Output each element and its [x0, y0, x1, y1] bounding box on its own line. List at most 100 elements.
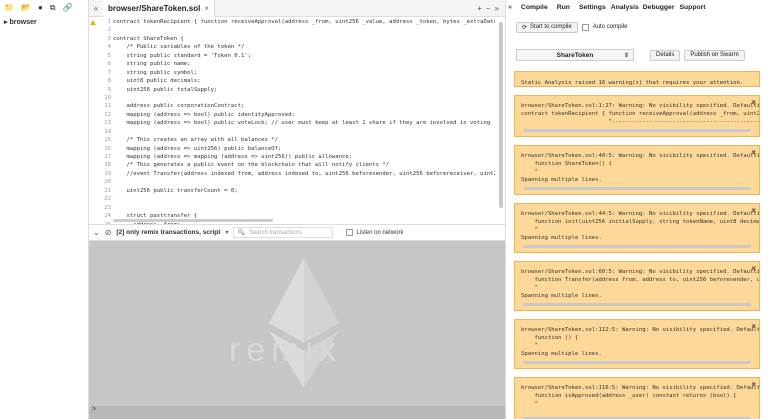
tab-debugger[interactable]: Debugger: [643, 4, 675, 11]
close-icon[interactable]: ×: [751, 98, 756, 107]
line-number: 2: [107, 27, 111, 34]
code-line: mapping (address => uint256) public bala…: [113, 145, 282, 152]
chevron-right-icon[interactable]: »: [495, 4, 499, 13]
warning-title: browser/ShareToken.sol:116:5: Warning: N…: [521, 385, 760, 391]
link-icon[interactable]: 🔗: [63, 3, 73, 12]
warning-pointer: ^: [521, 169, 538, 175]
start-compile-button[interactable]: ⟳ Start to compile: [516, 21, 578, 33]
warning-item[interactable]: browser/ShareToken.sol:1:27: Warning: No…: [514, 95, 760, 137]
search-input[interactable]: 🔍 Search transactions: [233, 227, 334, 238]
warning-list: browser/ShareToken.sol:1:27: Warning: No…: [506, 95, 768, 419]
close-icon[interactable]: ×: [751, 322, 756, 331]
tree-item-browser[interactable]: ▸ browser: [0, 15, 88, 29]
caret-right-icon: ▸: [4, 19, 8, 26]
editor-scrollbar[interactable]: [499, 22, 503, 208]
warning-scrollbar[interactable]: [523, 303, 751, 306]
warning-code: function Transfer(address from, address …: [521, 277, 760, 283]
line-number: 4: [107, 44, 111, 51]
warning-item[interactable]: browser/ShareToken.sol:60:5: Warning: No…: [514, 261, 760, 311]
warning-item[interactable]: browser/ShareToken.sol:40:5: Warning: No…: [514, 145, 760, 195]
close-icon[interactable]: ×: [751, 148, 756, 157]
code-line: //event Transfer(address indexed from, a…: [126, 170, 495, 177]
contract-select-value: ShareToken: [556, 51, 594, 59]
chevron-right-icon[interactable]: »: [508, 4, 512, 11]
warning-item[interactable]: browser/ShareToken.sol:116:5: Warning: N…: [514, 377, 760, 419]
line-number: 20: [104, 179, 111, 186]
zoom-in-icon[interactable]: +: [477, 4, 482, 13]
contract-select[interactable]: ShareToken ⇕: [516, 49, 634, 61]
zoom-out-icon[interactable]: −: [486, 4, 491, 13]
warning-scrollbar[interactable]: [523, 129, 751, 132]
line-number: 5: [107, 52, 111, 59]
code-line: /* Public variables of the token */: [113, 44, 245, 51]
warning-scrollbar[interactable]: [523, 187, 751, 190]
terminal-toolbar: ⌄ ⊘ [2] only remix transactions, script …: [89, 224, 505, 241]
warning-title: browser/ShareToken.sol:1:27: Warning: No…: [521, 103, 760, 109]
line-number: 21: [104, 187, 111, 194]
folder-open-icon[interactable]: 📂: [21, 3, 31, 12]
editor-tabs: « browser/ShareToken.sol × + − »: [89, 0, 505, 17]
warning-item[interactable]: browser/ShareToken.sol:44:5: Warning: No…: [514, 203, 760, 253]
github-icon[interactable]: ●: [38, 3, 43, 12]
right-tabs: » Compile Run Settings Analysis Debugger…: [506, 0, 768, 15]
clear-icon[interactable]: ⊘: [105, 228, 112, 237]
tab-sharetoken[interactable]: browser/ShareToken.sol ×: [103, 0, 215, 17]
tab-settings[interactable]: Settings: [579, 4, 606, 11]
code-area[interactable]: contract tokenRecipient { function recei…: [113, 18, 495, 224]
warning-title: browser/ShareToken.sol:112:5: Warning: N…: [521, 327, 760, 333]
auto-compile-label: Auto compile: [592, 24, 628, 30]
close-icon[interactable]: ×: [204, 4, 209, 13]
close-icon[interactable]: ×: [751, 264, 756, 273]
code-line: uint256 public transferCount = 0;: [113, 187, 238, 194]
editor-hscrollbar[interactable]: [113, 219, 273, 222]
warning-scrollbar[interactable]: [523, 361, 751, 364]
file-explorer: 📁 📂 ● ⧉ 🔗 ▸ browser: [0, 0, 89, 419]
close-icon[interactable]: ×: [751, 206, 756, 215]
code-line: string public standard = 'Token 0.1';: [113, 52, 252, 59]
listen-checkbox[interactable]: Listen on network: [346, 229, 404, 236]
caret-down-icon[interactable]: ▾: [225, 229, 228, 236]
copy-icon[interactable]: ⧉: [50, 3, 56, 13]
publish-swarm-button[interactable]: Publish on Swarm: [684, 49, 745, 61]
chevron-left-icon[interactable]: «: [89, 4, 103, 13]
tab-compile[interactable]: Compile: [521, 4, 548, 11]
terminal-prompt[interactable]: >: [89, 406, 505, 419]
line-number: 15: [104, 137, 111, 144]
zoom-controls: + − »: [477, 4, 505, 13]
tx-filter-select[interactable]: [2] only remix transactions, script: [116, 229, 220, 236]
tab-analysis[interactable]: Analysis: [611, 4, 639, 11]
line-number: 22: [104, 196, 111, 203]
checkbox[interactable]: [346, 229, 354, 236]
chevron-down-icon[interactable]: ⌄: [93, 228, 100, 237]
code-line: string public symbol;: [113, 69, 198, 76]
caret-updown-icon: ⇕: [623, 52, 629, 59]
contract-row: ShareToken ⇕ Details Publish on Swarm: [506, 49, 768, 61]
start-compile-label: Start to compile: [530, 24, 572, 30]
warning-scrollbar[interactable]: [523, 245, 751, 248]
compile-row: ⟳ Start to compile Auto compile: [506, 20, 768, 34]
file-toolbar: 📁 📂 ● ⧉ 🔗: [0, 0, 88, 15]
code-line: address public corporationContract;: [113, 103, 245, 110]
warning-item[interactable]: browser/ShareToken.sol:112:5: Warning: N…: [514, 319, 760, 369]
tab-title: browser/ShareToken.sol: [108, 3, 201, 13]
line-number: 18: [104, 162, 111, 169]
warning-pointer: ^: [521, 401, 538, 407]
close-icon[interactable]: ×: [751, 380, 756, 389]
tab-support[interactable]: Support: [679, 4, 705, 11]
code-line: string public name;: [113, 61, 191, 68]
tab-run[interactable]: Run: [557, 4, 570, 11]
details-button[interactable]: Details: [650, 49, 681, 61]
terminal-output: remix: [89, 241, 505, 406]
center-panel: « browser/ShareToken.sol × + − » 12 3 45 67…: [89, 0, 505, 419]
code-line: contract ShareToken {: [113, 35, 184, 42]
folder-add-icon[interactable]: 📁: [4, 3, 14, 12]
code-line: uint256 public totalSupply;: [113, 86, 218, 93]
code-line: mapping (address => mapping (address => …: [113, 154, 353, 160]
line-number: 12: [104, 111, 111, 118]
warning-pointer: ^: [521, 227, 538, 233]
auto-compile-checkbox[interactable]: [581, 23, 589, 31]
warning-title: browser/ShareToken.sol:40:5: Warning: No…: [521, 153, 760, 159]
code-editor[interactable]: 1234567891011121314151617181920212223242…: [89, 18, 505, 224]
